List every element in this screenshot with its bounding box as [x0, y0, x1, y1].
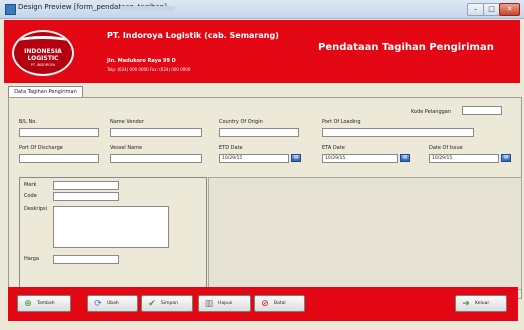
minimize-button[interactable]: –	[467, 3, 484, 16]
simpan-label: Simpan	[161, 301, 178, 306]
date-of-issue-input[interactable]: 10/29/15	[429, 154, 499, 163]
merk-input[interactable]	[53, 181, 119, 190]
logo-line-3: PT. INDOROYA	[30, 63, 56, 67]
merk-label: Merk	[24, 182, 37, 188]
company-address: Jln. Madukoro Raya 99 D	[107, 58, 176, 64]
eta-calendar-icon[interactable]: ▤	[400, 154, 410, 162]
batal-button[interactable]: ⊘ Batal	[254, 295, 305, 312]
tambah-label: Tambah	[37, 301, 55, 306]
titlebar-blurred-text	[120, 6, 175, 11]
page-title: Pendataan Tagihan Pengiriman	[318, 42, 494, 53]
hapus-button[interactable]: ▥ Hapus	[198, 295, 251, 312]
etd-calendar-icon[interactable]: ▤	[291, 154, 301, 162]
kode-pelanggan-label: Kode Pelanggan	[411, 109, 452, 115]
company-phone: Telp: (024) 000 0000 Fax: (024) 000 0000	[107, 67, 191, 72]
ubah-button[interactable]: ⟳ Ubah	[87, 295, 138, 312]
add-icon: ⊕	[24, 299, 32, 309]
deskripsi-label: Deskripsi	[24, 206, 48, 212]
vessel-name-input[interactable]	[110, 154, 202, 163]
etd-date-label: ETD Date	[219, 145, 243, 151]
date-of-issue-label: Date Of Issue	[429, 145, 463, 151]
maximize-button[interactable]: □	[483, 3, 500, 16]
company-name: PT. Indoroya Logistik (cab. Semarang)	[107, 31, 279, 40]
hapus-label: Hapus	[218, 301, 233, 306]
kode-pelanggan-input[interactable]	[462, 106, 502, 115]
name-vendor-label: Name Vendor	[110, 119, 144, 125]
data-grid-area	[208, 177, 522, 290]
logo-line-1: INDONESIA	[24, 48, 62, 55]
cancel-icon: ⊘	[261, 299, 269, 309]
exit-icon: ➜	[462, 299, 470, 309]
eta-date-label: ETA Date	[322, 145, 345, 151]
harga-label: Harga	[24, 256, 40, 262]
item-detail-box: Merk Code Deskripsi Harga	[19, 177, 207, 290]
country-of-origin-input[interactable]	[219, 128, 299, 137]
action-toolbar: ⊕ Tambah ⟳ Ubah ✔ Simpan ▥ Hapus ⊘ Batal…	[8, 287, 518, 321]
eta-date-input[interactable]: 10/29/15	[322, 154, 398, 163]
deskripsi-textarea[interactable]	[53, 206, 169, 248]
keluar-button[interactable]: ➜ Keluar	[455, 295, 507, 312]
port-of-loading-label: Port Of Loading	[322, 119, 361, 125]
bl-no-input[interactable]	[19, 128, 99, 137]
port-of-discharge-input[interactable]	[19, 154, 99, 163]
simpan-button[interactable]: ✔ Simpan	[141, 295, 193, 312]
form-panel: Kode Pelanggan B/L No. Name Vendor Count…	[8, 97, 522, 299]
vessel-name-label: Vessel Name	[110, 145, 143, 151]
keluar-label: Keluar	[475, 301, 490, 306]
code-input[interactable]	[53, 192, 119, 201]
harga-input[interactable]	[53, 255, 119, 264]
port-of-loading-input[interactable]	[322, 128, 474, 137]
app-icon	[5, 4, 16, 15]
code-label: Code	[24, 193, 37, 199]
country-of-origin-label: Country Of Origin	[219, 119, 263, 125]
port-of-discharge-label: Port Of Discharge	[19, 145, 63, 151]
batal-label: Batal	[274, 301, 286, 306]
close-button[interactable]: ✕	[499, 3, 520, 16]
date-of-issue-calendar-icon[interactable]: ▤	[501, 154, 511, 162]
header-banner: INDONESIA LOGISTIC PT. INDOROYA PT. Indo…	[4, 20, 520, 83]
refresh-icon: ⟳	[94, 299, 102, 309]
tambah-button[interactable]: ⊕ Tambah	[17, 295, 71, 312]
etd-date-input[interactable]: 10/29/15	[219, 154, 289, 163]
bl-no-label: B/L No.	[19, 119, 37, 125]
window-titlebar: Design Preview [form_pendataan_tagihan] …	[0, 0, 524, 19]
save-icon: ✔	[148, 299, 156, 309]
company-logo: INDONESIA LOGISTIC PT. INDOROYA	[12, 30, 74, 76]
logo-line-2: LOGISTIC	[27, 55, 59, 62]
ubah-label: Ubah	[107, 301, 119, 306]
name-vendor-input[interactable]	[110, 128, 202, 137]
trash-icon: ▥	[204, 299, 214, 309]
